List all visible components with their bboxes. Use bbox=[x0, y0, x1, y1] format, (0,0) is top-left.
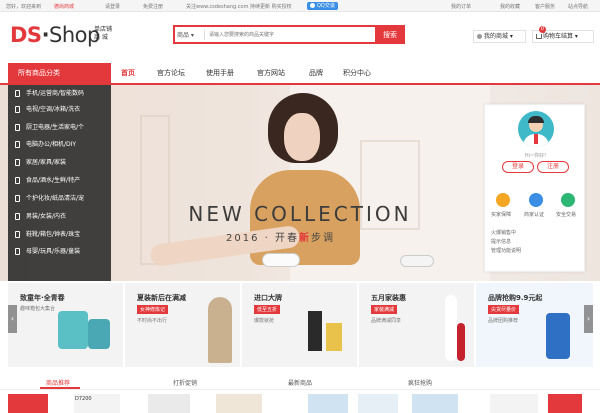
merchant-verified-icon[interactable] bbox=[529, 193, 543, 207]
product-thumb[interactable] bbox=[358, 394, 398, 413]
product-thumb[interactable] bbox=[548, 394, 582, 413]
food-icon bbox=[15, 177, 20, 184]
product-row-preview: D7200 bbox=[8, 394, 593, 413]
promo-tile[interactable]: 五月家装惠 家装满减 品牌满减同享 bbox=[359, 283, 474, 367]
home-icon bbox=[15, 159, 20, 166]
category-item[interactable]: 鞋靴/箱包/钟表/珠宝 bbox=[8, 227, 111, 242]
customer-service-link[interactable]: 客户服务 bbox=[535, 3, 555, 10]
qq-icon bbox=[310, 3, 315, 8]
top-bar: 您好，欢迎来到 德尚商城 请登录 免费注册 关注www.csdeshang.co… bbox=[0, 0, 600, 12]
hero-subtitle: 2016 · 开春新步调 bbox=[226, 233, 335, 244]
card-login-button[interactable]: 登录 bbox=[502, 161, 534, 173]
cart-button[interactable]: 0 购物车结算 ▾ bbox=[532, 26, 594, 43]
product-tabs: 商品推荐 打折促销 最新商品 疯狂抢购 bbox=[0, 372, 600, 390]
promo-strip: 致童年·全青春 趣味箱包大集合 夏装新后在满减 女神修炼记 不时尚不出行 进口大… bbox=[8, 283, 593, 367]
search-category-select[interactable]: 商品 ▾ bbox=[177, 30, 205, 40]
register-link[interactable]: 免费注册 bbox=[143, 3, 163, 10]
badge-label: 商家认证 bbox=[524, 212, 545, 218]
promo-prev-arrow[interactable]: ‹ bbox=[8, 305, 17, 333]
card-link[interactable]: 提示信息 bbox=[491, 238, 511, 245]
nav-official-site[interactable]: 官方网站 bbox=[257, 68, 285, 78]
promo-next-arrow[interactable]: › bbox=[584, 305, 593, 333]
user-card: Hi~你好! 登录 注册 买家保障 商家认证 安全交易 火爆销售中 提示信息 管… bbox=[484, 104, 585, 272]
product-thumb[interactable] bbox=[412, 394, 458, 413]
promo-tile[interactable]: 致童年·全青春 趣味箱包大集合 bbox=[8, 283, 123, 367]
product-thumb[interactable] bbox=[216, 394, 262, 413]
category-item[interactable]: 电视/空调/冰箱/洗衣 bbox=[8, 102, 111, 117]
category-item[interactable]: 电脑办公/相机/DIY bbox=[8, 137, 111, 152]
cosmetics-icon bbox=[15, 195, 20, 202]
my-store-button[interactable]: 我的商城 ▾ bbox=[473, 30, 526, 43]
card-link[interactable]: 火爆销售中 bbox=[491, 229, 516, 236]
user-icon bbox=[477, 34, 482, 39]
product-thumb[interactable] bbox=[8, 394, 48, 413]
user-greeting: Hi~你好! bbox=[524, 153, 547, 159]
promo-tile[interactable]: 夏装新后在满减 女神修炼记 不时尚不出行 bbox=[125, 283, 240, 367]
promo-tile[interactable]: 品牌抢购9.9元起 尖货尽量价 品牌团购推荐 bbox=[476, 283, 593, 367]
category-item[interactable]: 男装/女装/内衣 bbox=[8, 209, 111, 224]
site-nav-link[interactable]: 站点导航 bbox=[568, 3, 588, 10]
product-thumb[interactable]: D7200 bbox=[74, 394, 120, 413]
follow-text[interactable]: 关注www.csdeshang.com 持续更新 购买授权 bbox=[186, 3, 292, 10]
site-name-link[interactable]: 德尚商城 bbox=[54, 3, 74, 10]
card-link[interactable]: 管理功能说明 bbox=[491, 247, 521, 254]
card-register-button[interactable]: 注册 bbox=[537, 161, 569, 173]
qq-chat-button[interactable]: QQ交谈 bbox=[307, 2, 338, 10]
category-item[interactable]: 家居/家具/家装 bbox=[8, 155, 111, 170]
nav-manual[interactable]: 使用手册 bbox=[206, 68, 234, 78]
category-item[interactable]: 手机/运营商/智能数码 bbox=[8, 86, 111, 101]
nav-home[interactable]: 首页 bbox=[121, 68, 135, 78]
category-item[interactable]: 食品/酒水/生鲜/特产 bbox=[8, 173, 111, 188]
tab-recommended[interactable]: 商品推荐 bbox=[46, 378, 70, 387]
tab-flash-sale[interactable]: 疯狂抢购 bbox=[408, 378, 432, 387]
logo-subtitle: 单店铺商 城 bbox=[94, 26, 113, 41]
product-thumb[interactable] bbox=[490, 394, 538, 413]
product-thumb[interactable] bbox=[148, 394, 190, 413]
tv-icon bbox=[15, 106, 20, 113]
buyer-protection-icon[interactable] bbox=[496, 193, 510, 207]
phone-icon bbox=[15, 90, 20, 97]
nav-brand[interactable]: 品牌 bbox=[309, 68, 323, 78]
my-favorites-link[interactable]: 我的收藏 bbox=[500, 3, 520, 10]
category-item[interactable]: 个护化妆/纸品清洁/宠 bbox=[8, 191, 111, 206]
search-input[interactable] bbox=[209, 29, 369, 41]
tab-newest[interactable]: 最新商品 bbox=[288, 378, 312, 387]
shoes-icon bbox=[15, 231, 20, 238]
my-orders-link[interactable]: 我的订单 bbox=[451, 3, 471, 10]
login-link[interactable]: 请登录 bbox=[105, 3, 120, 10]
nav-forum[interactable]: 官方论坛 bbox=[157, 68, 185, 78]
badge-label: 买家保障 bbox=[491, 212, 512, 218]
computer-icon bbox=[15, 141, 20, 148]
search-box: 商品 ▾ 搜索 bbox=[173, 25, 405, 44]
nav-points[interactable]: 积分中心 bbox=[343, 68, 371, 78]
cart-count-badge: 0 bbox=[539, 26, 546, 33]
active-tab-indicator bbox=[40, 387, 80, 389]
category-item[interactable]: 厨卫电器/生活家电/个 bbox=[8, 120, 111, 135]
category-list: 手机/运营商/智能数码 电视/空调/冰箱/洗衣 厨卫电器/生活家电/个 电脑办公… bbox=[8, 85, 111, 281]
search-button[interactable]: 搜索 bbox=[375, 25, 405, 44]
all-categories-button[interactable]: 所有商品分类 bbox=[8, 63, 111, 83]
secure-trade-icon[interactable] bbox=[561, 193, 575, 207]
baby-icon bbox=[15, 248, 20, 255]
badge-label: 安全交易 bbox=[556, 212, 577, 218]
greeting-text: 您好，欢迎来到 bbox=[6, 4, 42, 10]
cart-icon bbox=[536, 34, 542, 39]
appliance-icon bbox=[15, 124, 20, 131]
product-thumb[interactable] bbox=[308, 394, 348, 413]
category-item[interactable]: 母婴/玩具/乐器/童装 bbox=[8, 244, 111, 259]
tab-discount[interactable]: 打折促销 bbox=[173, 378, 197, 387]
promo-tile[interactable]: 进口大牌 低至五折 爆款就抢 bbox=[242, 283, 357, 367]
avatar bbox=[518, 111, 554, 147]
clothing-icon bbox=[15, 213, 20, 220]
site-logo[interactable]: DS·Shop bbox=[10, 23, 100, 47]
